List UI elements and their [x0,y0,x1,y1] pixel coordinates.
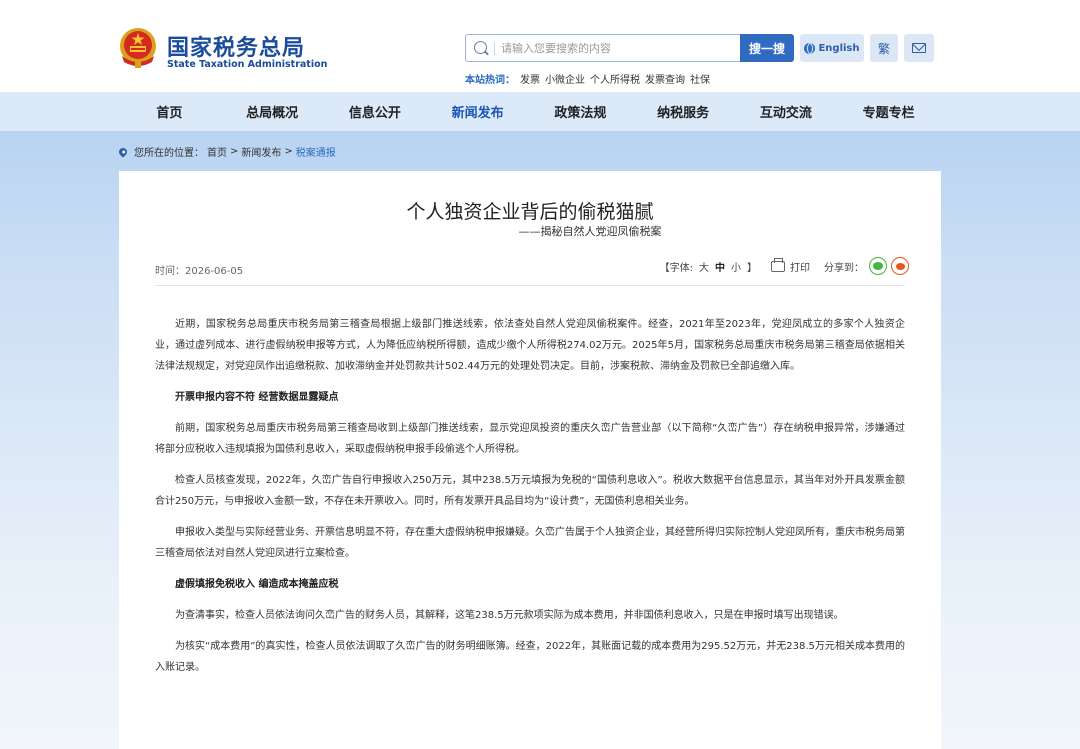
article-date: 时间：2026-06-05 [155,266,244,277]
breadcrumb-home[interactable]: 首页 [207,144,227,159]
site-logo-subtitle[interactable]: State Taxation Administration [167,59,327,70]
font-size-switcher: 【字体: 大 中 小 】 [660,259,757,274]
wechat-share-icon[interactable] [869,257,887,275]
font-size-small[interactable]: 小 [731,259,741,274]
hot-word-link[interactable]: 发票查询 [645,71,685,86]
article-paragraph: 前期，国家税务总局重庆市税务局第三稽查局收到上级部门推送线索，显示党迎凤投资的重… [155,423,905,455]
nav-item-news[interactable]: 新闻发布 [426,92,529,131]
article-subtitle-row: ——揭秘自然人党迎凤偷税案 [119,223,941,239]
printer-icon [771,257,785,272]
article-paragraph: 为核实“成本费用”的真实性，检查人员依法调取了久峦广告的财务明细账簿。经查，20… [155,641,905,673]
nav-item-info-disclosure[interactable]: 信息公开 [324,92,427,131]
english-button[interactable]: English [800,34,864,62]
nav-item-interaction[interactable]: 互动交流 [735,92,838,131]
breadcrumb: 您所在的位置： 首页 > 新闻发布 > 税案通报 [117,144,336,159]
font-size-large[interactable]: 大 [699,259,709,274]
article-title: 个人独资企业背后的偷税猫腻 [406,201,654,223]
hot-word-link[interactable]: 个人所得税 [590,71,640,86]
english-button-label: English [818,42,860,54]
breadcrumb-current[interactable]: 税案通报 [296,144,336,159]
hot-words: 本站热词： 发票 小微企业 个人所得税 发票查询 社保 [465,71,710,86]
search-input[interactable] [501,37,731,59]
breadcrumb-news[interactable]: 新闻发布 [241,144,281,159]
location-pin-icon [117,145,129,158]
traditional-chinese-button[interactable]: 繁 [870,34,898,62]
search-button[interactable]: 搜一搜 [740,34,794,62]
nav-item-overview[interactable]: 总局概况 [221,92,324,131]
article-body: 近期，国家税务总局重庆市税务局第三稽查局根据上级部门推送线索，依法查处自然人党迎… [155,314,905,688]
nav-item-topics[interactable]: 专题专栏 [837,92,940,131]
print-button[interactable]: 打印 [771,257,810,274]
share-label: 分享到： [824,262,864,274]
search-box [465,34,740,62]
article-paragraph: 为查清事实，检查人员依法询问久峦广告的财务人员，其解释，这笔238.5万元款项实… [175,610,844,621]
article-subtitle: ——揭秘自然人党迎凤偷税案 [518,225,662,238]
hot-words-label: 本站热词： [465,75,515,86]
print-label: 打印 [790,262,810,274]
nav-item-policy[interactable]: 政策法规 [529,92,632,131]
article-tools: 【字体: 大 中 小 】 打印 分享到： [660,257,909,275]
globe-icon [804,42,816,54]
search-divider [494,42,495,55]
font-size-medium[interactable]: 中 [715,259,725,274]
main-nav: 首页 总局概况 信息公开 新闻发布 政策法规 纳税服务 互动交流 专题专栏 [118,92,940,131]
hot-word-link[interactable]: 小微企业 [545,71,585,86]
article-section-heading: 开票申报内容不符 经营数据显露疑点 [175,392,339,403]
site-logo-title[interactable]: 国家税务总局 [167,30,305,62]
search-icon [474,41,487,54]
article-paragraph: 申报收入类型与实际经营业务、开票信息明显不符，存在重大虚假纳税申报嫌疑。久峦广告… [155,527,905,559]
article-paragraph: 近期，国家税务总局重庆市税务局第三稽查局根据上级部门推送线索，依法查处自然人党迎… [155,319,905,372]
nav-item-tax-service[interactable]: 纳税服务 [632,92,735,131]
weibo-share-icon[interactable] [891,257,909,275]
mail-button[interactable] [904,34,934,62]
font-size-end: 】 [747,262,757,274]
hot-word-link[interactable]: 发票 [520,71,540,86]
breadcrumb-separator: > [230,146,239,157]
breadcrumb-separator: > [284,146,293,157]
national-emblem-icon[interactable] [118,26,158,70]
font-size-label: 【字体: [659,262,693,274]
divider [155,285,905,286]
nav-item-home[interactable]: 首页 [118,92,221,131]
article-section-heading: 虚假填报免税收入 编造成本掩盖应税 [175,579,339,590]
mail-icon [912,43,926,53]
hot-word-link[interactable]: 社保 [690,71,710,86]
article-card: 个人独资企业背后的偷税猫腻 ——揭秘自然人党迎凤偷税案 时间：2026-06-0… [119,171,941,749]
article-paragraph: 检查人员核查发现，2022年，久峦广告自行申报收入250万元，其中238.5万元… [155,475,905,507]
breadcrumb-prefix: 您所在的位置： [134,148,204,159]
